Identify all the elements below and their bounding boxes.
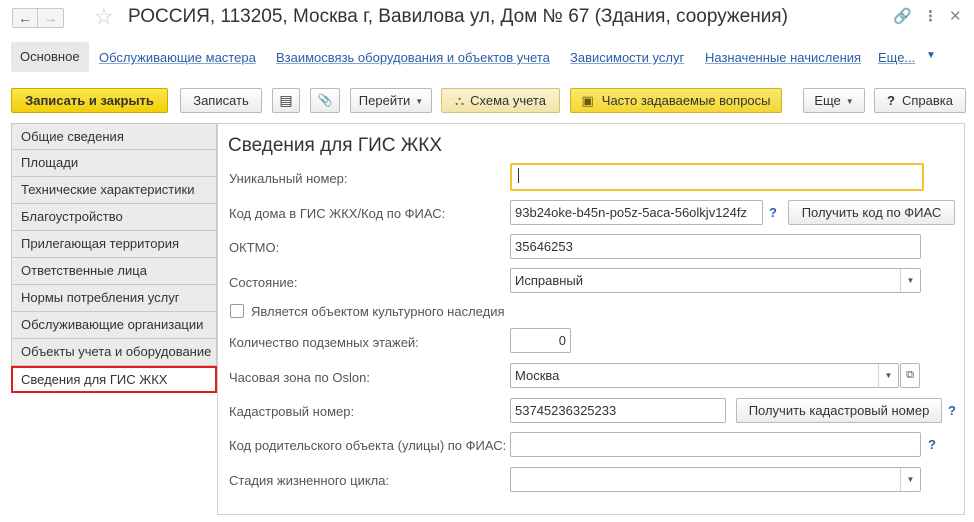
window-title: РОССИЯ, 113205, Москва г, Вавилова ул, Д… — [128, 6, 788, 27]
back-button[interactable]: ← — [12, 8, 38, 28]
state-value: Исправный — [515, 273, 584, 288]
nav-item-tech-specs[interactable]: Технические характеристики — [11, 177, 217, 204]
nav-item-metering-equipment[interactable]: Объекты учета и оборудование — [11, 339, 217, 366]
link-icon[interactable]: 🔗 — [893, 8, 912, 26]
nav-item-areas[interactable]: Площади — [11, 150, 217, 177]
timezone-value: Москва — [515, 368, 560, 383]
chevron-down-icon: ▼ — [845, 97, 854, 106]
tab-main[interactable]: Основное — [11, 42, 89, 72]
oktmo-input[interactable]: 35646253 — [510, 234, 921, 259]
scheme-icon: ⛬ — [455, 93, 465, 108]
more-menu-icon[interactable]: ⋮ — [923, 8, 938, 26]
chevron-down-icon: ▼ — [415, 97, 424, 106]
save-button[interactable]: Записать — [180, 88, 262, 113]
help-icon: ? — [887, 93, 895, 108]
list-button[interactable]: ▤ — [272, 88, 300, 113]
section-nav: Общие сведения Площади Технические харак… — [11, 123, 217, 393]
arrow-left-icon: ← — [18, 10, 32, 26]
cadastral-input[interactable]: 53745236325233 — [510, 398, 726, 423]
nav-item-adjacent-territory[interactable]: Прилегающая территория — [11, 231, 217, 258]
timezone-label: Часовая зона по Oslon: — [229, 370, 370, 385]
section-title: Сведения для ГИС ЖКХ — [228, 135, 443, 156]
oktmo-label: ОКТМО: — [229, 240, 280, 255]
open-timezone-button[interactable]: ⧉ — [900, 363, 920, 388]
help-question-icon[interactable]: ? — [769, 205, 777, 220]
unique-number-label: Уникальный номер: — [229, 171, 348, 186]
more-button[interactable]: Еще ▼ — [803, 88, 865, 113]
help-question-icon[interactable]: ? — [928, 437, 936, 452]
parent-code-label: Код родительского объекта (улицы) по ФИА… — [229, 438, 507, 453]
arrow-right-icon: → — [43, 10, 58, 26]
faq-icon: ▣ — [581, 93, 594, 108]
house-code-input[interactable]: 93b24oke-b45n-po5z-5aca-56olkjv124fz — [510, 200, 763, 225]
command-bar: Записать и закрыть Записать ▤ 📎 Перейти ▼… — [0, 86, 974, 114]
go-button[interactable]: Перейти ▼ — [350, 88, 432, 113]
help-button[interactable]: ? Справка — [874, 88, 966, 113]
chevron-down-icon[interactable]: ▼ — [900, 269, 920, 292]
tab-service-masters[interactable]: Обслуживающие мастера — [99, 50, 256, 65]
faq-label: Часто задаваемые вопросы — [601, 93, 771, 108]
paperclip-icon: 📎 — [317, 93, 333, 107]
save-and-close-button[interactable]: Записать и закрыть — [11, 88, 168, 113]
scheme-label: Схема учета — [470, 93, 546, 108]
close-icon[interactable]: ✕ — [949, 8, 962, 26]
accounting-scheme-button[interactable]: ⛬ Схема учета — [441, 88, 560, 113]
help-label: Справка — [901, 93, 953, 108]
nav-item-service-organizations[interactable]: Обслуживающие организации — [11, 312, 217, 339]
cultural-heritage-checkbox[interactable] — [230, 304, 244, 318]
get-cadastral-number-button[interactable]: Получить кадастровый номер — [736, 398, 942, 423]
parent-code-input[interactable] — [510, 432, 921, 457]
nav-item-amenities[interactable]: Благоустройство — [11, 204, 217, 231]
underground-floors-input[interactable]: 0 — [510, 328, 571, 353]
open-icon: ⧉ — [906, 369, 914, 381]
favorite-star-icon[interactable]: ☆ — [94, 5, 114, 29]
state-select[interactable]: Исправный ▼ — [510, 268, 921, 293]
cultural-heritage-label: Является объектом культурного наследия — [251, 304, 505, 319]
chevron-down-icon[interactable]: ▼ — [878, 364, 898, 387]
house-code-label: Код дома в ГИС ЖКХ/Код по ФИАС: — [229, 206, 446, 221]
lifecycle-label: Стадия жизненного цикла: — [229, 473, 390, 488]
help-question-icon[interactable]: ? — [948, 403, 956, 418]
nav-item-responsible-persons[interactable]: Ответственные лица — [11, 258, 217, 285]
title-bar: ← → ☆ РОССИЯ, 113205, Москва г, Вавилова… — [0, 0, 974, 36]
underground-floors-label: Количество подземных этажей: — [229, 335, 419, 350]
tab-more[interactable]: Еще... — [878, 50, 915, 65]
forward-button[interactable]: → — [38, 8, 64, 28]
unique-number-input[interactable] — [510, 163, 924, 191]
faq-button[interactable]: ▣ Часто задаваемые вопросы — [570, 88, 782, 113]
lifecycle-select[interactable]: ▼ — [510, 467, 921, 492]
go-label: Перейти — [358, 93, 411, 108]
text-caret — [518, 168, 519, 183]
tab-equipment-relations[interactable]: Взаимосвязь оборудования и объектов учет… — [276, 50, 550, 65]
state-label: Состояние: — [229, 275, 298, 290]
cadastral-label: Кадастровый номер: — [229, 404, 355, 419]
nav-item-general[interactable]: Общие сведения — [11, 123, 217, 150]
list-icon: ▤ — [279, 92, 293, 108]
more-label: Еще — [814, 93, 841, 108]
chevron-down-icon[interactable]: ▼ — [926, 50, 936, 61]
timezone-select[interactable]: Москва ▼ — [510, 363, 899, 388]
nav-item-gis-info[interactable]: Сведения для ГИС ЖКХ — [11, 366, 217, 393]
tab-assigned-charges[interactable]: Назначенные начисления — [705, 50, 861, 65]
tab-service-dependencies[interactable]: Зависимости услуг — [570, 50, 684, 65]
chevron-down-icon[interactable]: ▼ — [900, 468, 920, 491]
nav-item-consumption-norms[interactable]: Нормы потребления услуг — [11, 285, 217, 312]
attach-button[interactable]: 📎 — [310, 88, 340, 113]
form-tabs: Основное Обслуживающие мастера Взаимосвя… — [0, 40, 974, 74]
get-fias-code-button[interactable]: Получить код по ФИАС — [788, 200, 955, 225]
